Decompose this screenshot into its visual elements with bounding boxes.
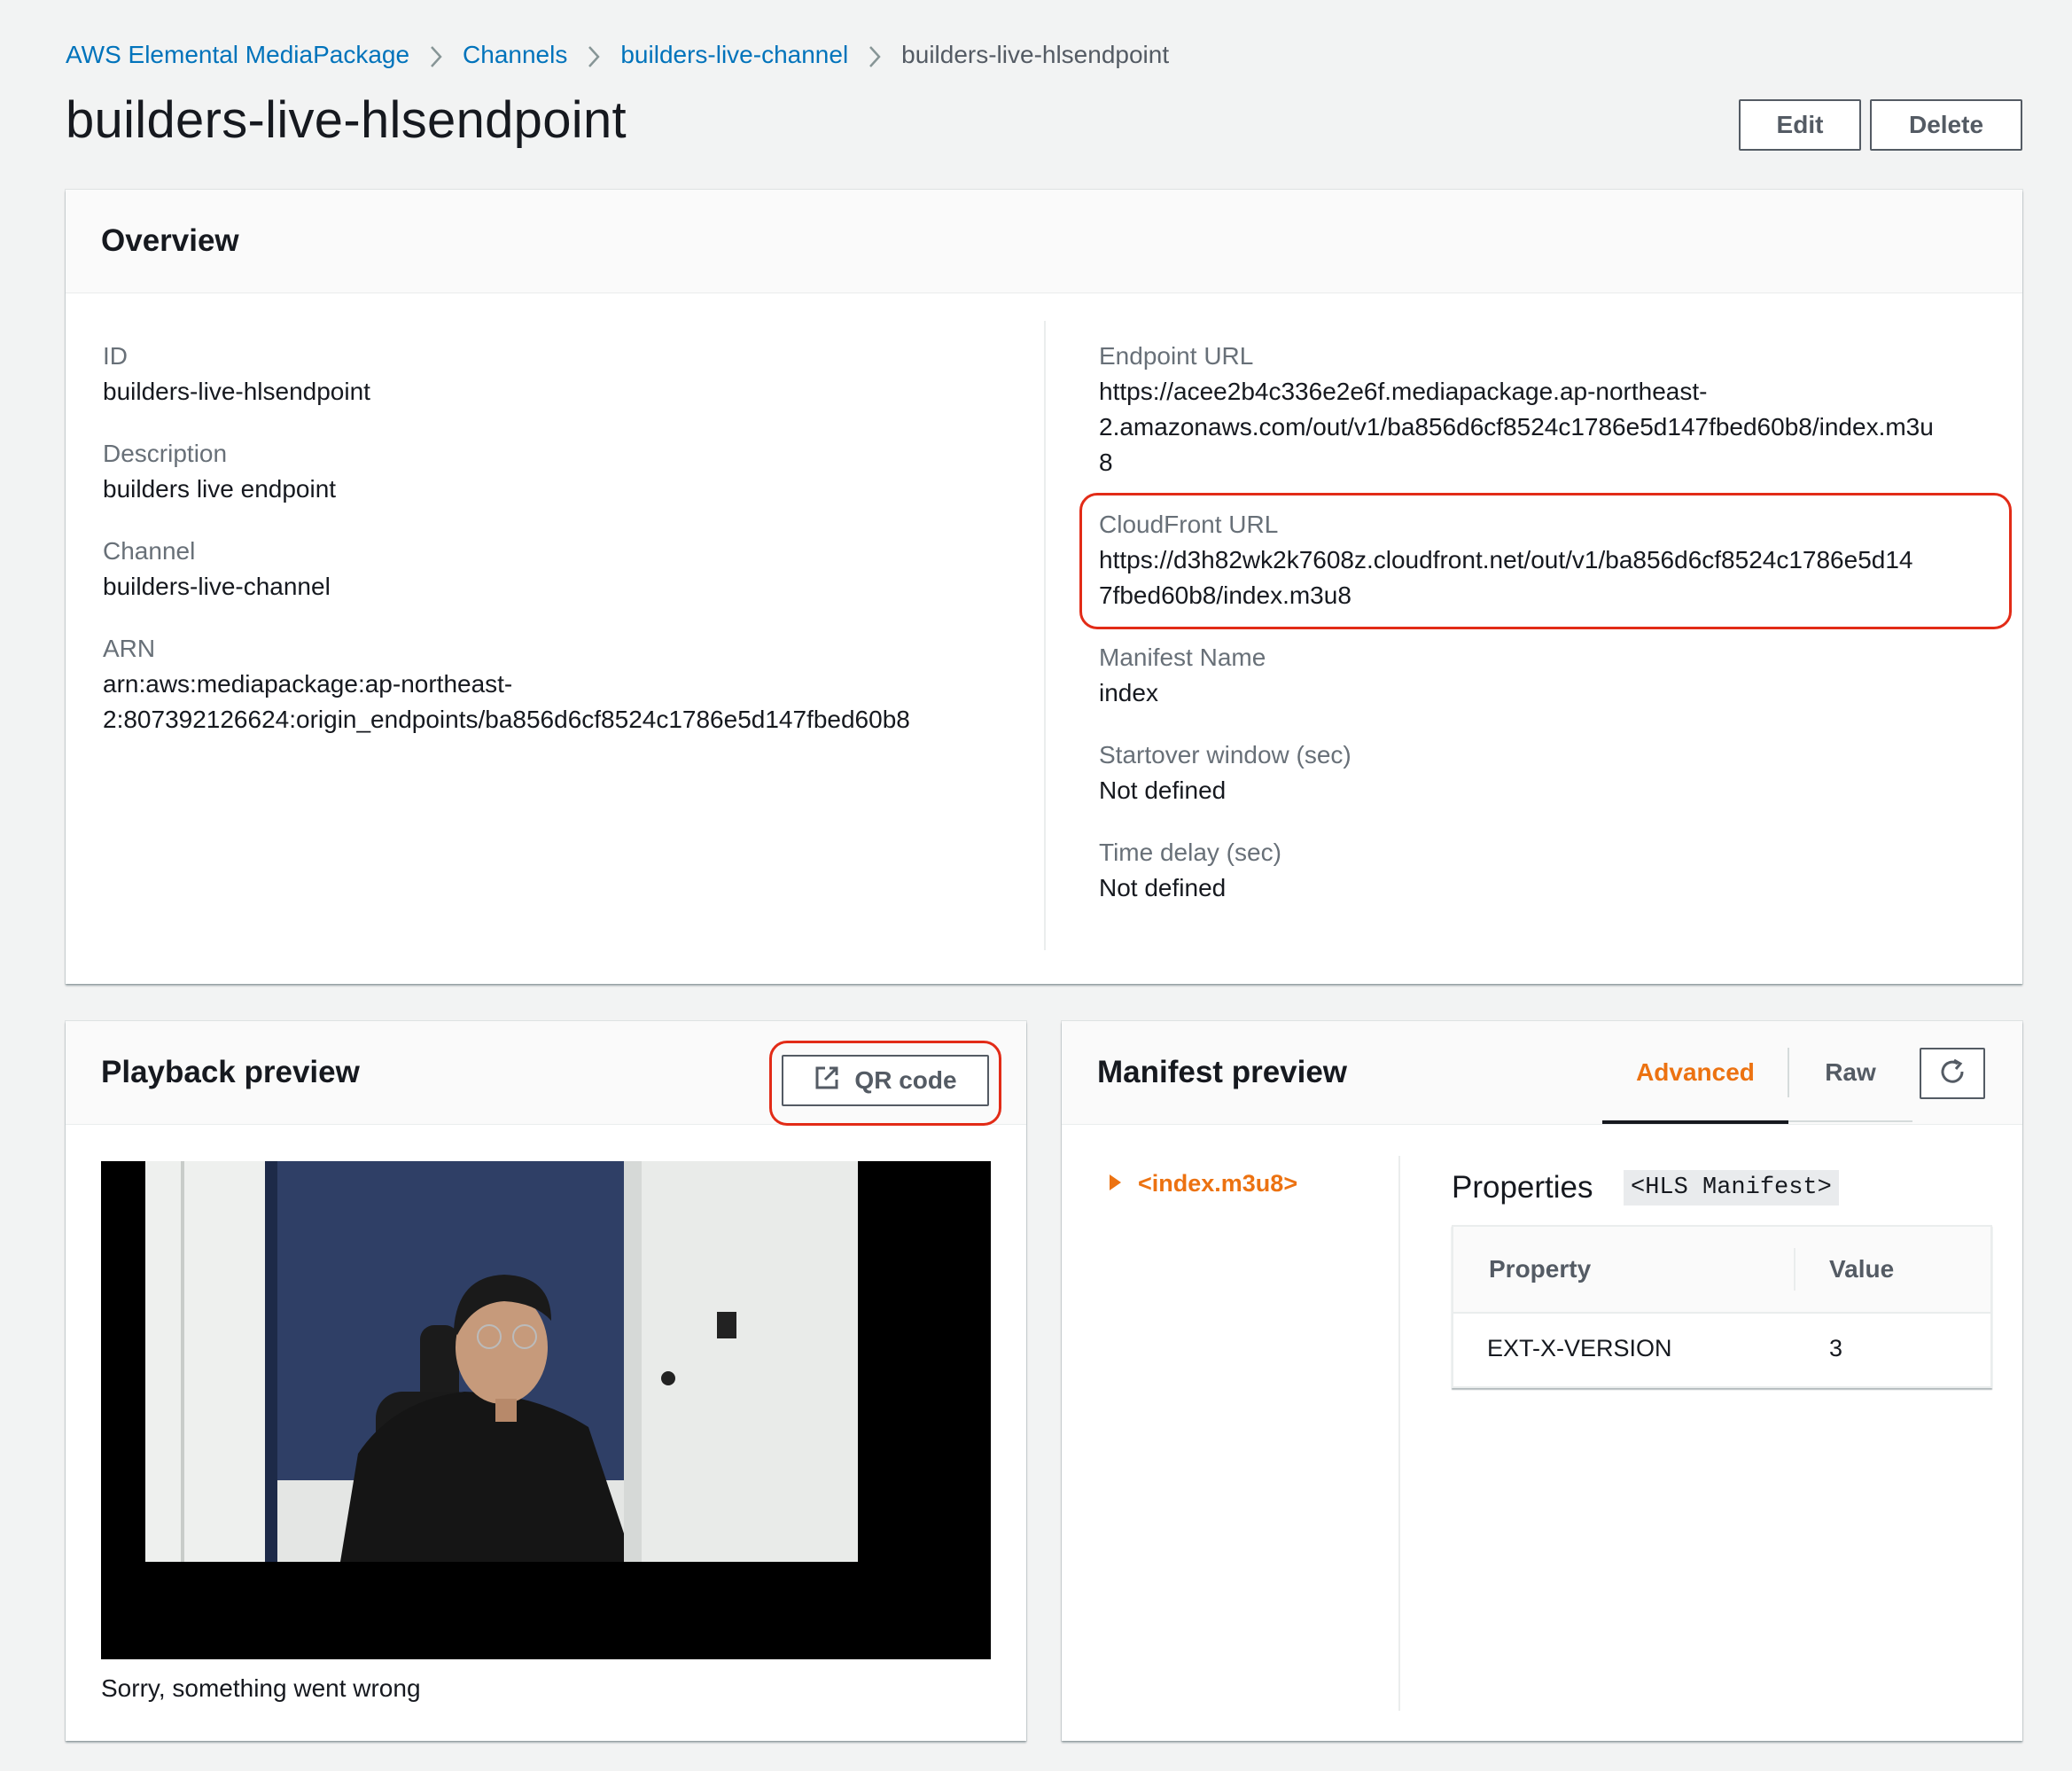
qr-code-label: QR code (854, 1066, 957, 1094)
breadcrumb-current: builders-live-hlsendpoint (901, 41, 1170, 68)
chevron-right-icon (848, 41, 901, 69)
id-label: ID (103, 342, 128, 370)
breadcrumb-link-mediapackage[interactable]: AWS Elemental MediaPackage (66, 41, 409, 69)
id-field: ID builders-live-hlsendpoint (103, 339, 370, 410)
column-divider (1044, 321, 1046, 950)
video-player[interactable] (101, 1161, 991, 1659)
qr-code-button[interactable]: QR code (782, 1055, 989, 1106)
cloudfront-url-line1: https://d3h82wk2k7608z.cloudfront.net/ou… (1099, 546, 1913, 573)
arn-label: ARN (103, 635, 156, 662)
manifest-tree-label: <index.m3u8> (1138, 1170, 1298, 1197)
playback-preview-panel: Playback preview QR code Sorry, somethin… (66, 1021, 1026, 1741)
startover-window-label: Startover window (sec) (1099, 741, 1351, 768)
time-delay-label: Time delay (sec) (1099, 839, 1281, 866)
tab-raw[interactable]: Raw (1788, 1021, 1912, 1124)
manifest-column-divider (1398, 1156, 1400, 1711)
description-field: Description builders live endpoint (103, 436, 336, 507)
manifest-tree-item[interactable]: <index.m3u8> (1108, 1170, 1297, 1198)
description-value: builders live endpoint (103, 475, 337, 503)
playback-error-message: Sorry, something went wrong (101, 1674, 421, 1702)
manifest-name-field: Manifest Name index (1099, 640, 1266, 711)
column-header-property: Property (1489, 1255, 1592, 1283)
video-frame (145, 1161, 858, 1562)
time-delay-value: Not defined (1099, 874, 1227, 901)
manifest-name-label: Manifest Name (1099, 644, 1266, 671)
endpoint-url-label: Endpoint URL (1099, 342, 1254, 370)
time-delay-field: Time delay (sec) Not defined (1099, 835, 1281, 906)
page-title: builders-live-hlsendpoint (66, 91, 627, 149)
channel-label: Channel (103, 537, 196, 565)
table-row-property: EXT-X-VERSION (1487, 1335, 1672, 1361)
caret-right-icon (1108, 1170, 1122, 1198)
endpoint-url-line1: https://acee2b4c336e2e6f.mediapackage.ap… (1099, 378, 1708, 405)
external-link-icon (814, 1065, 840, 1097)
table-header: Property Value (1453, 1227, 1990, 1314)
edit-button[interactable]: Edit (1739, 99, 1861, 151)
tab-advanced[interactable]: Advanced (1602, 1021, 1788, 1124)
manifest-header: Manifest preview Advanced Raw (1062, 1021, 2022, 1125)
overview-header: Overview (66, 190, 2022, 293)
properties-table: Property Value EXT-X-VERSION 3 (1452, 1225, 1992, 1388)
manifest-title: Manifest preview (1097, 1055, 1348, 1089)
cloudfront-url-line2: 7fbed60b8/index.m3u8 (1099, 581, 1351, 609)
manifest-name-value: index (1099, 679, 1158, 706)
refresh-icon (1936, 1057, 1968, 1091)
arn-value-line2: 2:807392126624:origin_endpoints/ba856d6c… (103, 706, 910, 733)
cloudfront-url-field: CloudFront URL https://d3h82wk2k7608z.cl… (1099, 507, 1913, 613)
manifest-preview-panel: Manifest preview Advanced Raw <index.m3u… (1062, 1021, 2022, 1741)
cloudfront-url-label: CloudFront URL (1099, 511, 1279, 538)
id-value: builders-live-hlsendpoint (103, 378, 370, 405)
endpoint-url-line2: 2.amazonaws.com/out/v1/ba856d6cf8524c178… (1099, 413, 1934, 441)
endpoint-url-line3: 8 (1099, 449, 1113, 476)
channel-field: Channel builders-live-channel (103, 534, 331, 605)
playback-title: Playback preview (101, 1055, 360, 1089)
properties-tag: <HLS Manifest> (1624, 1170, 1839, 1205)
column-separator (1794, 1248, 1795, 1291)
overview-panel: Overview ID builders-live-hlsendpoint De… (66, 190, 2022, 984)
table-row-value: 3 (1829, 1335, 1843, 1361)
endpoint-url-field: Endpoint URL https://acee2b4c336e2e6f.me… (1099, 339, 1934, 480)
arn-value-line1: arn:aws:mediapackage:ap-northeast- (103, 670, 513, 698)
startover-window-field: Startover window (sec) Not defined (1099, 737, 1351, 808)
startover-window-value: Not defined (1099, 776, 1227, 804)
playback-header: Playback preview QR code (66, 1021, 1026, 1126)
properties-label: Properties (1452, 1170, 1593, 1205)
chevron-right-icon (567, 41, 620, 69)
breadcrumb: AWS Elemental MediaPackage Channels buil… (66, 35, 1169, 74)
channel-value: builders-live-channel (103, 573, 331, 600)
delete-button[interactable]: Delete (1870, 99, 2022, 151)
breadcrumb-link-channels[interactable]: Channels (463, 41, 567, 69)
refresh-button[interactable] (1920, 1048, 1985, 1099)
tab-underline (1788, 1120, 1912, 1122)
description-label: Description (103, 440, 228, 467)
overview-title: Overview (101, 223, 239, 258)
arn-field: ARN arn:aws:mediapackage:ap-northeast- 2… (103, 631, 910, 737)
column-header-value: Value (1829, 1255, 1895, 1283)
breadcrumb-link-channel[interactable]: builders-live-channel (620, 41, 848, 69)
chevron-right-icon (409, 41, 463, 69)
